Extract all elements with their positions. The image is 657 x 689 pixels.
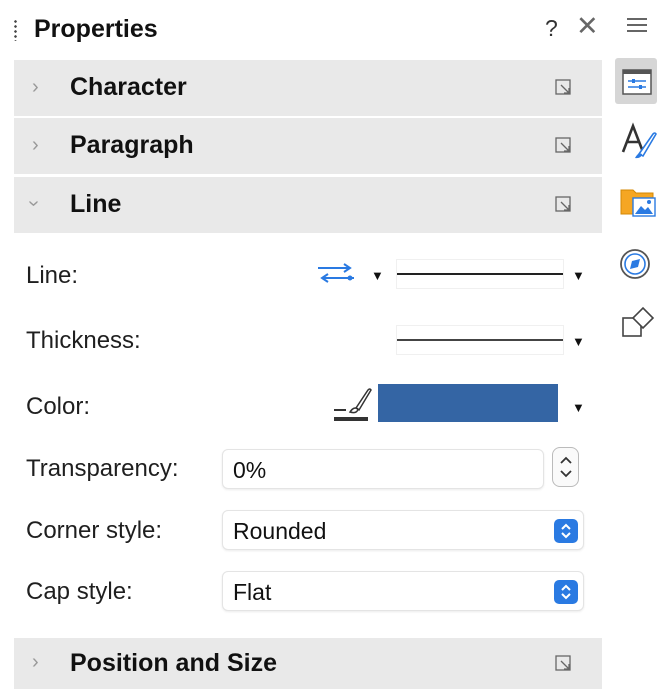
transparency-input[interactable]: 0% <box>222 449 544 489</box>
cap-style-value: Flat <box>233 579 272 605</box>
menu-icon[interactable] <box>627 18 647 34</box>
properties-icon[interactable] <box>615 58 657 104</box>
more-options-icon[interactable] <box>555 79 575 97</box>
chevron-right-icon: › <box>32 134 39 156</box>
sidebar-tabbar <box>603 0 657 689</box>
color-dropdown-icon[interactable]: ▼ <box>572 400 585 415</box>
navigator-icon[interactable] <box>615 240 657 286</box>
arrow-style-icon[interactable] <box>316 262 356 284</box>
line-style-select[interactable] <box>396 259 564 289</box>
color-swatch[interactable] <box>378 384 558 422</box>
section-character-label: Character <box>70 73 187 101</box>
arrow-style-dropdown-icon[interactable]: ▼ <box>371 268 384 283</box>
section-line-header[interactable]: › Line <box>14 177 602 233</box>
chevron-down-icon: › <box>22 200 45 207</box>
line-color-icon[interactable] <box>332 386 372 424</box>
drag-grip[interactable] <box>14 19 17 41</box>
section-position-size-header[interactable]: › Position and Size <box>14 638 602 689</box>
more-options-icon[interactable] <box>555 655 575 673</box>
transparency-spinner[interactable] <box>552 447 579 487</box>
spin-arrows-icon <box>560 456 572 478</box>
line-style-dropdown-icon[interactable]: ▼ <box>572 268 585 283</box>
panel-titlebar: Properties ? ✕ <box>0 0 603 56</box>
more-options-icon[interactable] <box>555 137 575 155</box>
color-label: Color: <box>26 393 91 420</box>
properties-panel: Properties ? ✕ › Character › Paragraph ›… <box>0 0 603 689</box>
thickness-dropdown-icon[interactable]: ▼ <box>572 334 585 349</box>
thickness-label: Thickness: <box>26 327 141 354</box>
transparency-label: Transparency: <box>26 455 179 482</box>
line-label: Line: <box>26 262 79 289</box>
corner-style-value: Rounded <box>233 518 327 544</box>
gallery-icon[interactable] <box>615 176 657 222</box>
corner-style-updown-icon[interactable] <box>554 519 578 543</box>
cap-style-select[interactable]: Flat <box>222 571 584 611</box>
chevron-right-icon: › <box>32 76 39 98</box>
help-button[interactable]: ? <box>545 15 558 42</box>
chevron-right-icon: › <box>32 651 39 673</box>
corner-style-label: Corner style: <box>26 517 163 544</box>
section-paragraph-header[interactable]: › Paragraph <box>14 118 602 174</box>
shapes-icon[interactable] <box>615 300 657 346</box>
cap-style-updown-icon[interactable] <box>554 580 578 604</box>
panel-title: Properties <box>34 15 158 43</box>
transparency-value: 0% <box>233 457 267 483</box>
cap-style-label: Cap style: <box>26 578 133 605</box>
close-button[interactable]: ✕ <box>576 13 599 40</box>
section-position-size-label: Position and Size <box>70 649 277 677</box>
section-line-label: Line <box>70 190 122 218</box>
more-options-icon[interactable] <box>555 196 575 214</box>
corner-style-select[interactable]: Rounded <box>222 510 584 550</box>
section-paragraph-label: Paragraph <box>70 131 194 159</box>
styles-icon[interactable] <box>615 116 657 162</box>
section-character-header[interactable]: › Character <box>14 60 602 116</box>
thickness-select[interactable] <box>396 325 564 355</box>
